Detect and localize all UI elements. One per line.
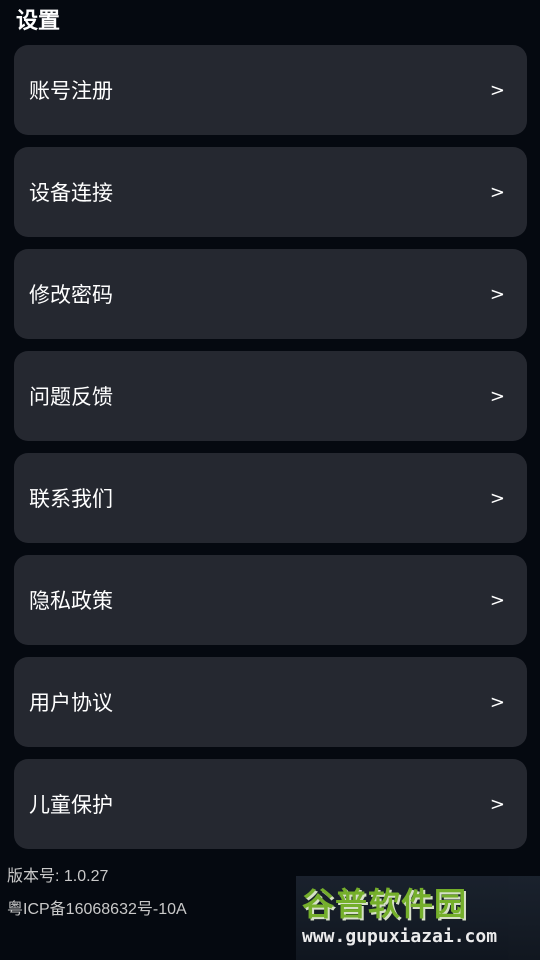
footer: 版本号: 1.0.27 粤ICP备16068632号-10A <box>7 860 187 926</box>
menu-item-label: 用户协议 <box>29 691 113 715</box>
menu-item-user-agreement[interactable]: 用户协议 > <box>14 657 527 747</box>
chevron-right-icon: > <box>489 691 505 713</box>
menu-item-label: 问题反馈 <box>29 385 113 409</box>
watermark-url: www.gupuxiazai.com <box>302 926 498 947</box>
menu-item-privacy-policy[interactable]: 隐私政策 > <box>14 555 527 645</box>
chevron-right-icon: > <box>489 793 505 815</box>
menu-item-label: 修改密码 <box>29 283 113 307</box>
chevron-right-icon: > <box>489 181 505 203</box>
chevron-right-icon: > <box>489 589 505 611</box>
menu-item-feedback[interactable]: 问题反馈 > <box>14 351 527 441</box>
menu-item-change-password[interactable]: 修改密码 > <box>14 249 527 339</box>
page-title: 设置 <box>16 9 61 34</box>
watermark: 谷普软件园 www.gupuxiazai.com <box>296 876 540 960</box>
menu-item-label: 儿童保护 <box>29 793 113 817</box>
chevron-right-icon: > <box>489 385 505 407</box>
chevron-right-icon: > <box>489 487 505 509</box>
version-text: 版本号: 1.0.27 <box>7 868 109 885</box>
chevron-right-icon: > <box>489 79 505 101</box>
settings-menu: 账号注册 > 设备连接 > 修改密码 > 问题反馈 > 联系我们 > 隐私政策 … <box>14 45 527 861</box>
icp-text: 粤ICP备16068632号-10A <box>7 901 187 918</box>
menu-item-label: 隐私政策 <box>29 589 113 613</box>
watermark-logo: 谷普软件园 <box>302 885 468 923</box>
menu-item-device-connect[interactable]: 设备连接 > <box>14 147 527 237</box>
menu-item-label: 账号注册 <box>29 79 113 103</box>
chevron-right-icon: > <box>489 283 505 305</box>
menu-item-account-register[interactable]: 账号注册 > <box>14 45 527 135</box>
menu-item-label: 设备连接 <box>29 181 113 205</box>
menu-item-label: 联系我们 <box>29 487 113 511</box>
menu-item-contact-us[interactable]: 联系我们 > <box>14 453 527 543</box>
menu-item-child-protection[interactable]: 儿童保护 > <box>14 759 527 849</box>
